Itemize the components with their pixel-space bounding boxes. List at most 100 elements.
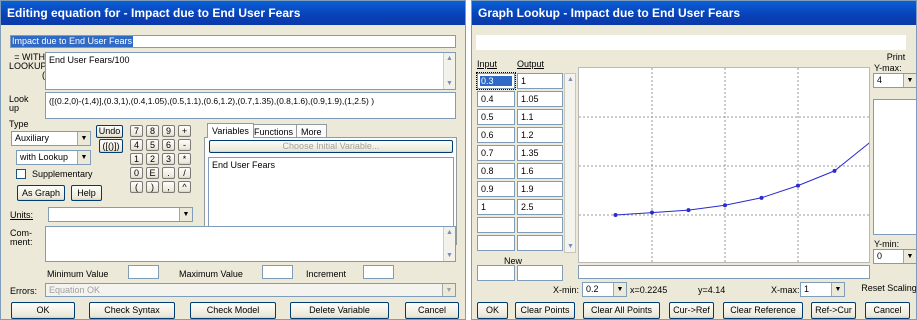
variable-name-field[interactable]: Impact due to End User Fears [10, 35, 456, 48]
chevron-down-icon[interactable]: ▼ [903, 74, 916, 87]
ok-button[interactable]: OK [11, 302, 75, 319]
new-input-cell[interactable] [477, 265, 515, 281]
output-cell[interactable]: 1.9 [517, 181, 563, 197]
lookup-field[interactable]: ([(0.2,0)-(1,4)],(0.3,1),(0.4,1.05),(0.5… [45, 92, 456, 119]
input-cell[interactable]: 1 [477, 199, 515, 215]
input-cell[interactable]: 0.9 [477, 181, 515, 197]
undo-button[interactable]: Undo [96, 125, 123, 138]
tab-variables[interactable]: Variables [207, 123, 254, 138]
data-point[interactable] [796, 183, 800, 188]
output-cell[interactable]: 1.35 [517, 145, 563, 161]
new-output-cell[interactable] [517, 265, 563, 281]
min-value-field[interactable] [128, 265, 159, 279]
key-3-button[interactable]: 3 [162, 153, 175, 165]
chevron-down-icon[interactable]: ▼ [903, 250, 916, 263]
data-point[interactable] [686, 208, 691, 213]
reset-scaling-button[interactable]: Reset Scaling [858, 282, 916, 297]
table-scrollbar[interactable]: ▲ ▼ [564, 73, 576, 253]
input-cell[interactable]: 0.8 [477, 163, 515, 179]
clear-reference-button[interactable]: Clear Reference [723, 302, 803, 319]
key-divide-button[interactable]: / [178, 167, 191, 179]
data-point[interactable] [723, 203, 727, 208]
data-point[interactable] [759, 195, 764, 200]
data-point[interactable] [650, 210, 654, 215]
as-graph-button[interactable]: As Graph [17, 185, 65, 201]
ymax-select[interactable]: 4 ▼ [873, 73, 916, 88]
key-8-button[interactable]: 8 [146, 125, 159, 137]
clear-all-points-button[interactable]: Clear All Points [583, 302, 660, 319]
key-1-button[interactable]: 1 [130, 153, 143, 165]
input-cell[interactable]: 0.5 [477, 109, 515, 125]
increment-field[interactable] [363, 265, 394, 279]
graph-hscroll[interactable] [578, 265, 870, 279]
input-cell[interactable]: 0.3 [476, 72, 516, 90]
key-7-button[interactable]: 7 [130, 125, 143, 137]
list-item[interactable]: End User Fears [212, 160, 275, 170]
ok-button[interactable]: OK [477, 302, 508, 319]
subtype-select[interactable]: with Lookup ▼ [16, 150, 91, 165]
output-cell[interactable]: 1.2 [517, 127, 563, 143]
delete-variable-button[interactable]: Delete Variable [290, 302, 389, 319]
output-cell[interactable]: 1.05 [517, 91, 563, 107]
equation-scrollbar[interactable]: ▲ ▼ [443, 53, 455, 89]
chevron-down-icon[interactable]: ▼ [77, 151, 90, 164]
chevron-down-icon[interactable]: ▼ [179, 208, 192, 221]
output-cell[interactable]: 1 [517, 73, 563, 89]
cancel-button[interactable]: Cancel [405, 302, 459, 319]
units-select[interactable]: ▼ [48, 207, 193, 222]
cur-to-ref-button[interactable]: Cur->Ref [669, 302, 714, 319]
cancel-button[interactable]: Cancel [865, 302, 910, 319]
data-point[interactable] [832, 168, 837, 173]
chevron-down-icon[interactable]: ▼ [77, 132, 90, 145]
output-cell[interactable]: 2.5 [517, 199, 563, 215]
check-syntax-button[interactable]: Check Syntax [89, 302, 175, 319]
input-cell[interactable] [477, 235, 515, 251]
key-e-button[interactable]: E [146, 167, 159, 179]
ymin-select[interactable]: 0 ▼ [873, 249, 916, 264]
key-multiply-button[interactable]: * [178, 153, 191, 165]
comment-scrollbar[interactable]: ▲ ▼ [443, 227, 455, 261]
key-close-paren-button[interactable]: ) [146, 181, 159, 193]
output-cell[interactable] [517, 217, 563, 233]
scroll-down-icon[interactable]: ▼ [444, 250, 455, 261]
data-point[interactable] [613, 213, 618, 217]
xmin-select[interactable]: 0.2 ▼ [582, 282, 627, 297]
supplementary-checkbox[interactable] [16, 169, 26, 179]
scroll-up-icon[interactable]: ▲ [565, 74, 576, 85]
key-4-button[interactable]: 4 [130, 139, 143, 151]
max-value-field[interactable] [262, 265, 293, 279]
chevron-down-icon[interactable]: ▼ [613, 283, 626, 296]
input-cell[interactable] [477, 217, 515, 233]
clear-points-button[interactable]: Clear Points [515, 302, 575, 319]
help-button[interactable]: Help [71, 185, 102, 201]
xmax-select[interactable]: 1 ▼ [800, 282, 845, 297]
scroll-up-icon[interactable]: ▲ [444, 227, 455, 238]
scroll-up-icon[interactable]: ▲ [444, 53, 455, 64]
output-cell[interactable]: 1.1 [517, 109, 563, 125]
input-cell[interactable]: 0.6 [477, 127, 515, 143]
key-6-button[interactable]: 6 [162, 139, 175, 151]
brackets-button[interactable]: ([()]) [99, 139, 123, 153]
choose-initial-variable-button[interactable]: Choose Initial Variable... [209, 140, 453, 153]
key-9-button[interactable]: 9 [162, 125, 175, 137]
key-comma-button[interactable]: , [162, 181, 175, 193]
input-cell[interactable]: 0.4 [477, 91, 515, 107]
scroll-down-icon[interactable]: ▼ [565, 241, 576, 252]
input-cell[interactable]: 0.7 [477, 145, 515, 161]
lookup-name-field[interactable] [476, 35, 906, 50]
comment-field[interactable]: ▲ ▼ [45, 226, 456, 262]
key-open-paren-button[interactable]: ( [130, 181, 143, 193]
key-5-button[interactable]: 5 [146, 139, 159, 151]
key-power-button[interactable]: ^ [178, 181, 191, 193]
data-point[interactable] [869, 140, 870, 144]
output-cell[interactable] [517, 235, 563, 251]
key-2-button[interactable]: 2 [146, 153, 159, 165]
scroll-down-icon[interactable]: ▼ [444, 78, 455, 89]
key-plus-button[interactable]: + [178, 125, 191, 137]
lookup-graph[interactable] [578, 67, 870, 263]
key-minus-button[interactable]: - [178, 139, 191, 151]
chevron-down-icon[interactable]: ▼ [831, 283, 844, 296]
key-0-button[interactable]: 0 [130, 167, 143, 179]
equation-field[interactable]: End User Fears/100 ▲ ▼ [45, 52, 456, 90]
key-dot-button[interactable]: . [162, 167, 175, 179]
